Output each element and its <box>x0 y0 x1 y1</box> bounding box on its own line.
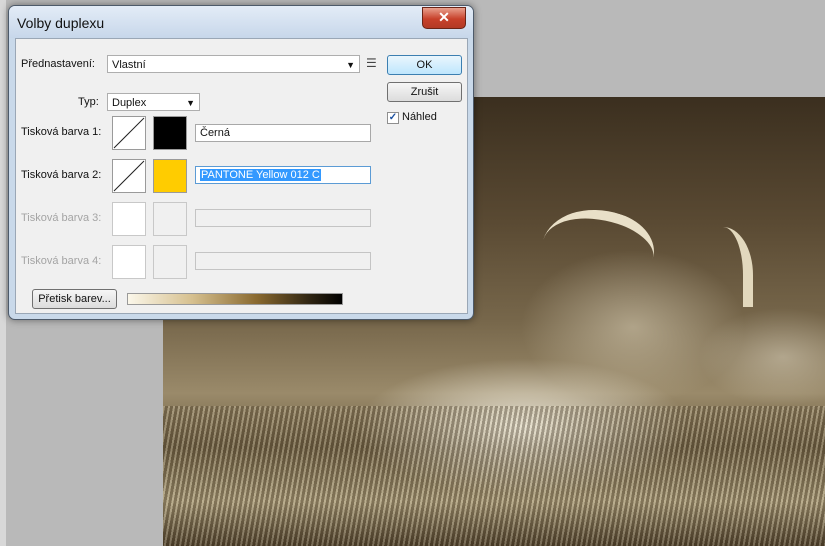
ink-3-label: Tisková barva 3: <box>21 212 102 224</box>
image-horn-left <box>533 193 663 305</box>
ink-4-curve <box>112 245 146 279</box>
ink-1-curve[interactable] <box>112 116 146 150</box>
ink-2-name-field[interactable]: PANTONE Yellow 012 C <box>195 166 371 184</box>
dialog-body: Přednastavení: Vlastní ▼ ☰ OK Zrušit ✓ N… <box>15 38 468 314</box>
ink-3-swatch <box>153 202 187 236</box>
overprint-colors-button[interactable]: Přetisk barev... <box>32 289 117 309</box>
close-button[interactable]: ✕ <box>422 7 466 29</box>
ink-1-name-field[interactable]: Černá <box>195 124 371 142</box>
preset-label: Přednastavení: <box>21 58 95 70</box>
image-grass <box>163 406 825 546</box>
type-value: Duplex <box>112 97 147 109</box>
type-select[interactable]: Duplex ▼ <box>107 93 200 111</box>
preview-checkbox[interactable]: ✓ <box>387 112 399 124</box>
ok-button[interactable]: OK <box>387 55 462 75</box>
ink-2-name: PANTONE Yellow 012 C <box>200 169 321 181</box>
ink-4-swatch <box>153 245 187 279</box>
close-icon: ✕ <box>438 9 450 25</box>
duotone-gradient-preview <box>127 293 343 305</box>
ink-3-curve <box>112 202 146 236</box>
chevron-down-icon: ▼ <box>346 60 355 70</box>
ink-1-swatch[interactable] <box>153 116 187 150</box>
preset-value: Vlastní <box>112 59 146 71</box>
dialog-titlebar[interactable]: Volby duplexu ✕ <box>9 6 473 38</box>
ink-2-curve[interactable] <box>112 159 146 193</box>
curve-line-icon <box>113 160 145 192</box>
ink-3-name-field <box>195 209 371 227</box>
ink-1-label: Tisková barva 1: <box>21 126 102 138</box>
ink-4-label: Tisková barva 4: <box>21 255 102 267</box>
chevron-down-icon: ▼ <box>186 98 195 108</box>
cancel-button[interactable]: Zrušit <box>387 82 462 102</box>
ink-4-name-field <box>195 252 371 270</box>
canvas-margin <box>0 0 6 546</box>
ink-1-name: Černá <box>200 127 230 139</box>
duotone-options-dialog: Volby duplexu ✕ Přednastavení: Vlastní ▼… <box>8 5 474 320</box>
ink-2-label: Tisková barva 2: <box>21 169 102 181</box>
dialog-title: Volby duplexu <box>17 15 105 31</box>
options-menu-icon[interactable]: ☰ <box>366 56 377 70</box>
curve-line-icon <box>113 117 145 149</box>
ink-2-swatch[interactable] <box>153 159 187 193</box>
preset-select[interactable]: Vlastní ▼ <box>107 55 360 73</box>
preview-label: Náhled <box>402 111 437 123</box>
type-label: Typ: <box>78 96 99 108</box>
image-horn-right <box>703 227 753 307</box>
